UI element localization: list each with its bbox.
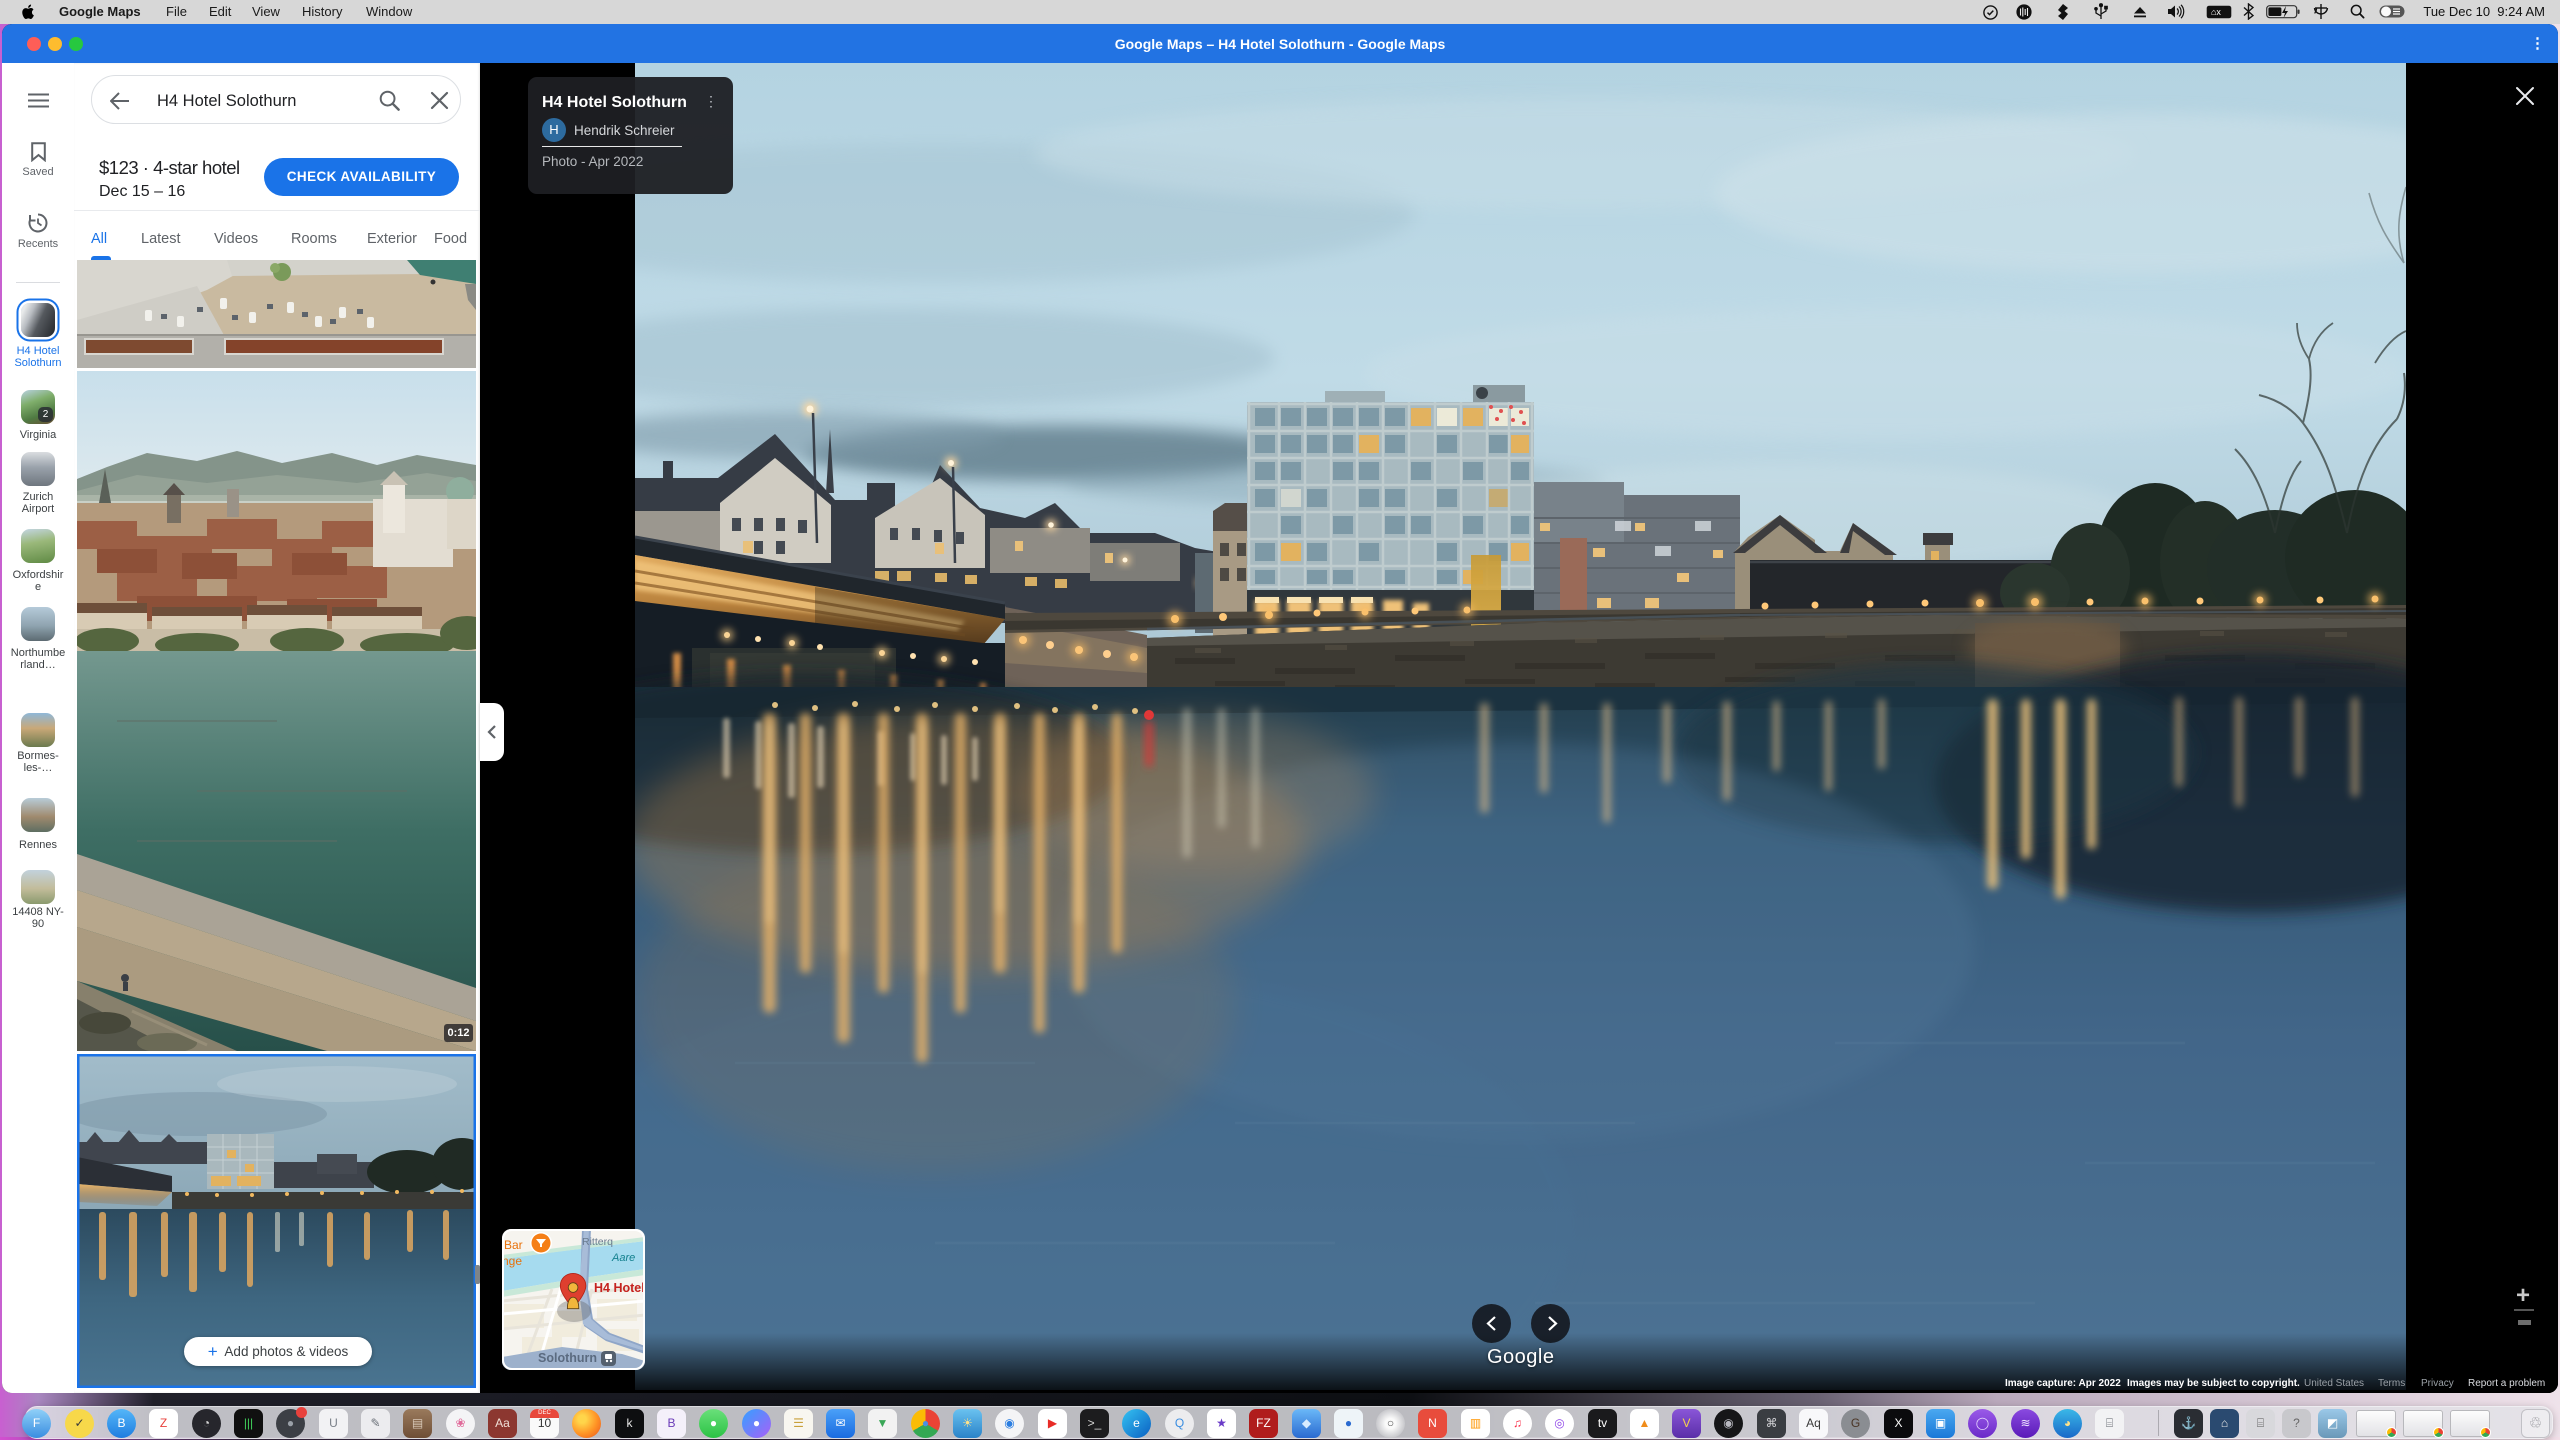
svg-text:Aare: Aare [611, 1252, 635, 1264]
svg-text:Solothurn: Solothurn [538, 1351, 597, 1365]
svg-text:H4 Hotel: H4 Hotel [594, 1281, 645, 1295]
svg-text:nge: nge [502, 1254, 522, 1268]
svg-text:Bar: Bar [504, 1238, 523, 1252]
svg-text:⌂x: ⌂x [2211, 7, 2221, 17]
svg-text:Ritterq: Ritterq [582, 1236, 613, 1248]
